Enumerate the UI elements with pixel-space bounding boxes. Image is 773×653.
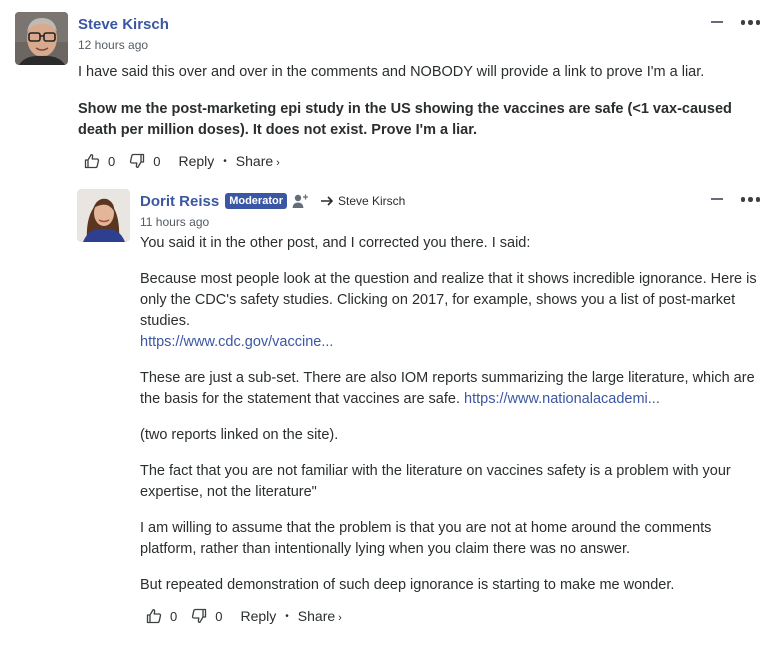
comment-paragraph: (two reports linked on the site). — [140, 427, 339, 443]
separator-dot: • — [285, 610, 289, 622]
comment-paragraph: These are just a sub-set. There are also… — [140, 368, 760, 410]
author-name[interactable]: Dorit Reiss — [140, 193, 219, 210]
collapse-icon[interactable] — [710, 21, 723, 24]
moderator-badge: Moderator — [225, 193, 287, 209]
comment-dorit-reiss: Dorit Reiss Moderator Steve Kirsch 11 ho… — [77, 189, 760, 624]
comment-paragraph: The fact that you are not familiar with … — [140, 463, 731, 500]
comment-text: You said it in the other post, and I cor… — [140, 233, 760, 596]
national-academies-link[interactable]: https://www.nationalacademi... — [464, 391, 660, 407]
comment-paragraph: But repeated demonstration of such deep … — [140, 577, 675, 593]
share-button[interactable]: Share › — [236, 153, 280, 169]
paragraph-text: These are just a sub-set. There are also… — [140, 370, 755, 407]
avatar[interactable] — [77, 189, 130, 242]
downvote-count: 0 — [215, 608, 223, 624]
author-name[interactable]: Steve Kirsch — [78, 16, 169, 33]
comment-paragraph: I am willing to assume that the problem … — [140, 520, 712, 557]
downvote-count: 0 — [153, 153, 161, 169]
upvote-button[interactable]: 0 — [84, 153, 115, 169]
share-label: Share — [297, 608, 336, 624]
paragraph-text: Because most people look at the question… — [140, 271, 757, 329]
comment-steve-kirsch: Steve Kirsch 12 hours ago I have said th… — [15, 12, 760, 169]
more-options-icon[interactable] — [740, 197, 760, 202]
collapse-icon[interactable] — [710, 198, 723, 201]
avatar[interactable] — [15, 12, 68, 65]
thumbs-down-icon — [130, 153, 145, 169]
comment-text: I have said this over and over in the co… — [78, 62, 760, 141]
upvote-count: 0 — [108, 153, 116, 169]
follow-user-icon[interactable] — [292, 193, 310, 209]
chevron-right-icon: › — [276, 157, 280, 169]
reply-button[interactable]: Reply — [178, 153, 214, 169]
thumbs-up-icon — [84, 153, 100, 169]
comment-paragraph: Because most people look at the question… — [140, 269, 760, 353]
timestamp[interactable]: 11 hours ago — [140, 215, 760, 229]
reply-button[interactable]: Reply — [240, 608, 276, 624]
timestamp[interactable]: 12 hours ago — [78, 38, 760, 52]
downvote-button[interactable]: 0 — [129, 153, 160, 169]
downvote-button[interactable]: 0 — [191, 608, 222, 624]
share-button[interactable]: Share › — [298, 608, 342, 624]
thumbs-up-icon — [146, 608, 162, 624]
chevron-right-icon: › — [338, 612, 342, 624]
comment-actions: 0 0 Reply • Share › — [84, 153, 760, 169]
cdc-link[interactable]: https://www.cdc.gov/vaccine... — [140, 334, 333, 350]
comment-paragraph: You said it in the other post, and I cor… — [140, 235, 531, 251]
upvote-button[interactable]: 0 — [146, 608, 177, 624]
more-options-icon[interactable] — [740, 20, 760, 25]
upvote-count: 0 — [170, 608, 178, 624]
comment-actions: 0 0 Reply • Share › — [146, 608, 760, 624]
comment-paragraph: Show me the post-marketing epi study in … — [78, 101, 732, 138]
in-reply-to-user[interactable]: Steve Kirsch — [338, 194, 405, 208]
reply-arrow-icon — [320, 195, 334, 207]
comment-paragraph: I have said this over and over in the co… — [78, 64, 705, 80]
share-label: Share — [235, 153, 274, 169]
separator-dot: • — [223, 155, 227, 167]
thumbs-down-icon — [192, 608, 207, 624]
